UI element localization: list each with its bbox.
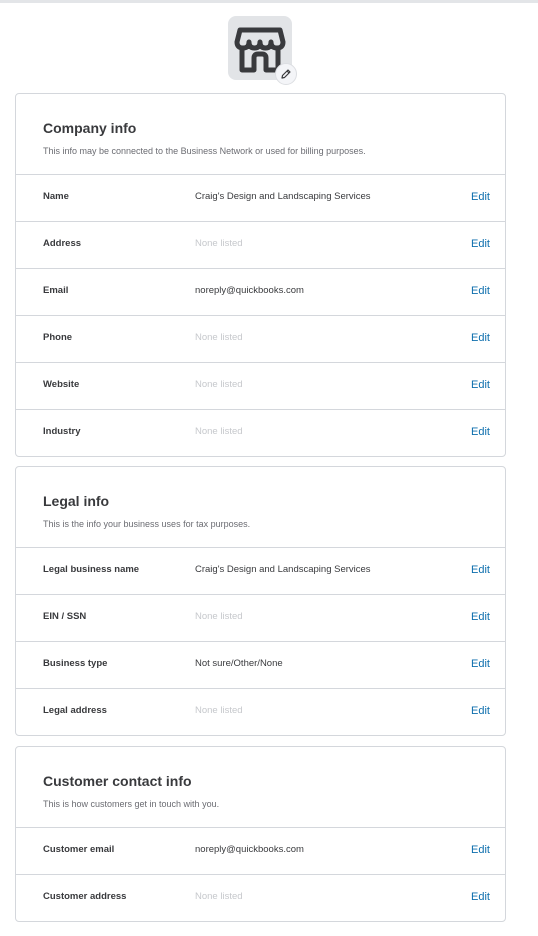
pencil-icon (281, 69, 291, 79)
row-industry: Industry None listed Edit (16, 410, 505, 456)
top-divider (0, 0, 538, 3)
row-value: None listed (195, 238, 243, 249)
card-title: Company info (43, 120, 137, 136)
row-value: noreply@quickbooks.com (195, 285, 304, 296)
edit-business-type-button[interactable]: Edit (471, 658, 490, 670)
row-value: Not sure/Other/None (195, 658, 283, 669)
legal-info-card: Legal info This is the info your busines… (15, 466, 506, 736)
edit-logo-button[interactable] (275, 63, 297, 85)
row-value: Craig's Design and Landscaping Services (195, 191, 371, 202)
edit-ein-button[interactable]: Edit (471, 611, 490, 623)
company-logo (228, 16, 297, 85)
edit-industry-button[interactable]: Edit (471, 426, 490, 438)
row-value: None listed (195, 891, 243, 902)
card-header: Legal info This is the info your busines… (16, 467, 505, 548)
company-info-card: Company info This info may be connected … (15, 93, 506, 457)
card-title: Customer contact info (43, 773, 192, 789)
row-value: noreply@quickbooks.com (195, 844, 304, 855)
row-value: None listed (195, 426, 243, 437)
customer-contact-info-card: Customer contact info This is how custom… (15, 746, 506, 922)
card-subtitle: This is how customers get in touch with … (43, 799, 220, 809)
row-business-type: Business type Not sure/Other/None Edit (16, 642, 505, 689)
row-customer-address: Customer address None listed Edit (16, 875, 505, 921)
row-value: None listed (195, 379, 243, 390)
row-label: Legal address (43, 705, 107, 716)
edit-email-button[interactable]: Edit (471, 285, 490, 297)
edit-address-button[interactable]: Edit (471, 238, 490, 250)
row-label: Name (43, 191, 69, 202)
row-label: Phone (43, 332, 73, 343)
edit-customer-address-button[interactable]: Edit (471, 891, 490, 903)
row-name: Name Craig's Design and Landscaping Serv… (16, 175, 505, 222)
row-address: Address None listed Edit (16, 222, 505, 269)
rows: Legal business name Craig's Design and L… (16, 548, 505, 735)
card-subtitle: This is the info your business uses for … (43, 519, 251, 529)
row-customer-email: Customer email noreply@quickbooks.com Ed… (16, 828, 505, 875)
edit-phone-button[interactable]: Edit (471, 332, 490, 344)
row-label: Customer email (43, 844, 115, 855)
card-subtitle: This info may be connected to the Busine… (43, 146, 366, 156)
row-label: Legal business name (43, 564, 140, 575)
row-value: Craig's Design and Landscaping Services (195, 564, 371, 575)
edit-legal-address-button[interactable]: Edit (471, 705, 490, 717)
card-title: Legal info (43, 493, 110, 509)
row-value: None listed (195, 332, 243, 343)
row-label: Email (43, 285, 69, 296)
row-website: Website None listed Edit (16, 363, 505, 410)
edit-website-button[interactable]: Edit (471, 379, 490, 391)
row-phone: Phone None listed Edit (16, 316, 505, 363)
row-value: None listed (195, 611, 243, 622)
rows: Name Craig's Design and Landscaping Serv… (16, 175, 505, 456)
card-header: Customer contact info This is how custom… (16, 747, 505, 828)
row-label: Address (43, 238, 82, 249)
row-label: EIN / SSN (43, 611, 87, 622)
row-legal-business-name: Legal business name Craig's Design and L… (16, 548, 505, 595)
row-legal-address: Legal address None listed Edit (16, 689, 505, 735)
edit-customer-email-button[interactable]: Edit (471, 844, 490, 856)
rows: Customer email noreply@quickbooks.com Ed… (16, 828, 505, 921)
edit-legal-name-button[interactable]: Edit (471, 564, 490, 576)
row-value: None listed (195, 705, 243, 716)
row-label: Industry (43, 426, 81, 437)
edit-name-button[interactable]: Edit (471, 191, 490, 203)
row-label: Business type (43, 658, 108, 669)
card-header: Company info This info may be connected … (16, 94, 505, 175)
row-label: Website (43, 379, 80, 390)
row-label: Customer address (43, 891, 127, 902)
row-ein-ssn: EIN / SSN None listed Edit (16, 595, 505, 642)
row-email: Email noreply@quickbooks.com Edit (16, 269, 505, 316)
